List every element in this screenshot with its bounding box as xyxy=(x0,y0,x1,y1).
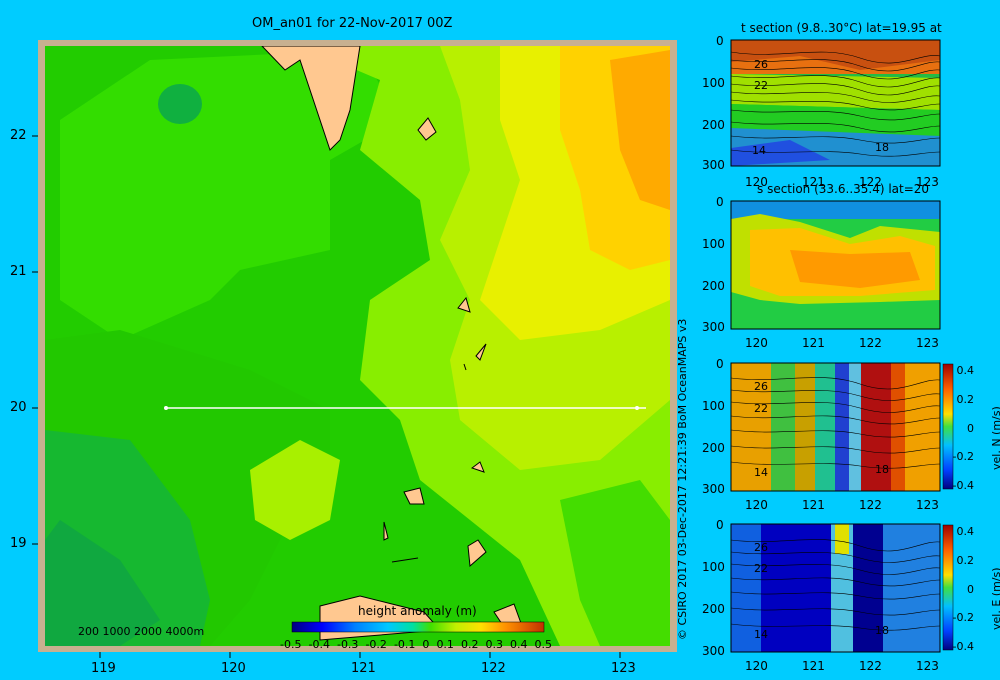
section-line-end xyxy=(635,406,639,410)
colorbar-tick: 0.1 xyxy=(436,638,454,651)
vele-x-tick: 121 xyxy=(802,659,825,673)
vele-colorbar-ticks: 0.4 0.2 0 -0.2 -0.4 xyxy=(950,525,974,653)
colorbar-tick: -0.5 xyxy=(280,638,302,651)
vele-cbar-tick: 0 xyxy=(967,582,974,596)
map-y-tick: 19 xyxy=(10,536,27,551)
colorbar-ticks: -0.5 -0.4 -0.3 -0.2 -0.1 0 0.1 0.2 0.3 0… xyxy=(280,638,552,651)
salinity-panel-title: s section (33.6..35.4) lat=20 xyxy=(757,182,930,196)
colorbar-tick: 0.4 xyxy=(509,638,528,651)
vele-cbar-tick: -0.2 xyxy=(952,611,974,625)
salinity-y-tick: 0 xyxy=(716,195,724,209)
contour-label: 14 xyxy=(752,144,766,157)
veln-x-tick: 121 xyxy=(802,498,825,512)
colorbar-tick: -0.3 xyxy=(336,638,359,651)
veln-y-tick: 0 xyxy=(716,357,724,371)
map-figure xyxy=(32,39,954,658)
height-colorbar xyxy=(291,621,545,633)
map-y-tick: 21 xyxy=(10,264,27,279)
temp-x-tick: 122 xyxy=(859,175,882,189)
vele-colorbar-label: vel. E (m/s) xyxy=(990,567,1000,630)
salinity-x-tick: 120 xyxy=(745,336,768,350)
veln-y-tick: 100 xyxy=(702,399,725,413)
map-x-tick: 119 xyxy=(91,661,116,676)
colorbar-label: height anomaly (m) xyxy=(358,604,477,618)
colorbar-tick: 0.2 xyxy=(460,638,479,651)
vele-x-tick: 122 xyxy=(859,659,882,673)
salinity-section-panel xyxy=(730,200,941,330)
map-y-tick: 20 xyxy=(10,400,27,415)
map-x-tick: 122 xyxy=(481,661,506,676)
temp-x-tick: 121 xyxy=(802,175,825,189)
contour-label: 26 xyxy=(754,541,768,554)
veln-x-tick: 120 xyxy=(745,498,768,512)
temp-x-tick: 123 xyxy=(916,175,939,189)
temp-panel-title: t section (9.8..30°C) lat=19.95 at xyxy=(741,21,942,35)
contour-label: 22 xyxy=(754,402,768,415)
section-line-start xyxy=(164,406,168,410)
colorbar-tick: -0.1 xyxy=(393,638,416,651)
veln-x-tick: 122 xyxy=(859,498,882,512)
colorbar-tick: 0.5 xyxy=(534,638,553,651)
veln-y-tick: 200 xyxy=(702,441,725,455)
map-x-tick: 123 xyxy=(611,661,636,676)
veln-cbar-tick: -0.4 xyxy=(952,479,974,492)
vele-y-tick: 100 xyxy=(702,560,725,574)
height-anomaly-field xyxy=(45,46,670,646)
veln-y-tick: 300 xyxy=(702,482,725,496)
salinity-y-tick: 300 xyxy=(702,320,725,334)
map-x-tick: 121 xyxy=(351,661,376,676)
temp-x-tick: 120 xyxy=(745,175,768,189)
map-y-tick: 22 xyxy=(10,128,27,143)
vele-cbar-tick: 0.2 xyxy=(956,553,975,567)
colorbar-tick: -0.2 xyxy=(365,638,387,651)
temp-y-tick: 200 xyxy=(702,118,725,132)
veln-colorbar-label: vel. N (m/s) xyxy=(990,406,1000,470)
salinity-x-tick: 123 xyxy=(916,336,939,350)
contour-label: 18 xyxy=(875,624,889,637)
vele-y-tick: 0 xyxy=(716,518,724,532)
veln-cbar-tick: 0 xyxy=(967,421,974,435)
veln-cbar-tick: 0.4 xyxy=(956,364,975,377)
colorbar-tick: -0.4 xyxy=(308,638,330,651)
colorbar-tick: 0 xyxy=(422,638,430,651)
vele-x-tick: 123 xyxy=(916,659,939,673)
contour-label: 18 xyxy=(875,141,889,154)
salinity-x-tick: 122 xyxy=(859,336,882,350)
credit-text: © CSIRO 2017 03-Dec-2017 12:21:39 BoM Oc… xyxy=(676,318,689,640)
contour-label: 18 xyxy=(875,463,889,476)
salinity-y-tick: 200 xyxy=(702,279,725,293)
vele-x-tick: 120 xyxy=(745,659,768,673)
contour-label: 14 xyxy=(754,466,768,479)
salinity-y-tick: 100 xyxy=(702,237,725,251)
veln-x-tick: 123 xyxy=(916,498,939,512)
temp-y-tick: 300 xyxy=(702,158,725,172)
contour-label: 22 xyxy=(754,79,768,92)
vele-cbar-tick: -0.4 xyxy=(952,640,974,653)
vele-y-tick: 200 xyxy=(702,602,725,616)
depth-legend: 200 1000 2000 4000m xyxy=(78,625,205,638)
contour-label: 22 xyxy=(754,562,768,575)
contour-label: 26 xyxy=(754,58,768,71)
salinity-x-tick: 121 xyxy=(802,336,825,350)
veln-colorbar-ticks: 0.4 0.2 0 -0.2 -0.4 xyxy=(950,364,974,492)
temp-y-tick: 0 xyxy=(716,34,724,48)
temp-y-tick: 100 xyxy=(702,76,725,90)
veln-cbar-tick: 0.2 xyxy=(956,392,975,406)
vele-cbar-tick: 0.4 xyxy=(956,525,975,538)
contour-label: 26 xyxy=(754,380,768,393)
contour-label: 14 xyxy=(754,628,768,641)
veln-cbar-tick: -0.2 xyxy=(952,450,974,464)
colorbar-tick: 0.3 xyxy=(485,638,503,651)
vele-y-tick: 300 xyxy=(702,644,725,658)
map-x-tick: 120 xyxy=(221,661,246,676)
